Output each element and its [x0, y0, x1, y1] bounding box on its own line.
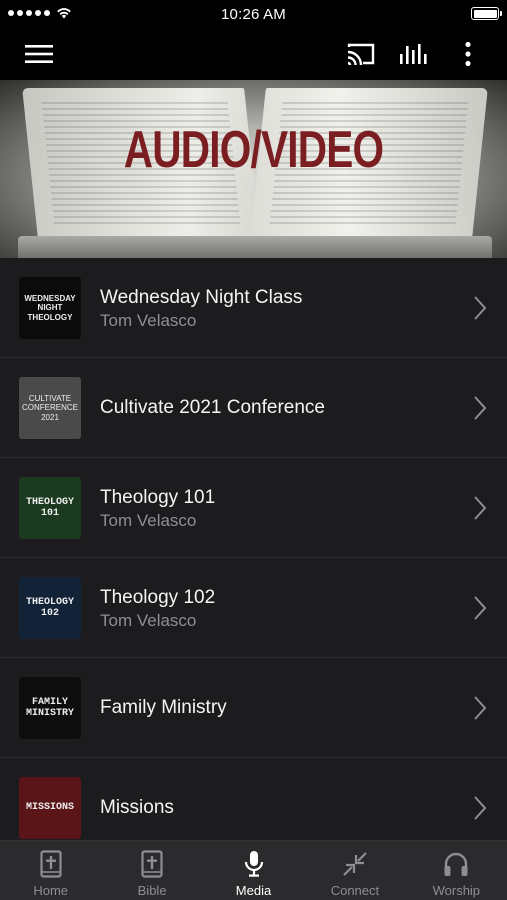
bottom-tab-bar: Home Bible Media Connect Worship [0, 840, 507, 900]
status-bar: 10:26 AM [0, 0, 507, 28]
equalizer-icon[interactable] [398, 38, 430, 70]
series-thumbnail: MISSIONS [19, 777, 81, 839]
tab-label: Worship [432, 883, 481, 898]
headphones-icon [443, 849, 469, 879]
chevron-right-icon [474, 596, 487, 620]
thumbnail-text: CULTIVATE CONFERENCE 2021 [21, 394, 78, 422]
tab-label: Connect [330, 883, 380, 898]
chevron-right-icon [474, 496, 487, 520]
series-title: Family Ministry [100, 697, 227, 718]
thumbnail-text: WEDNESDAY NIGHT THEOLOGY [24, 294, 76, 322]
tab-label: Home [33, 883, 69, 898]
cast-icon[interactable] [345, 38, 377, 70]
series-title: Wednesday Night Class [100, 287, 303, 308]
chevron-right-icon [474, 396, 487, 420]
series-row[interactable]: THEOLOGY 102 Theology 102 Tom Velasco [0, 558, 507, 658]
banner-title: AUDIO/VIDEO [123, 121, 384, 179]
series-row[interactable]: WEDNESDAY NIGHT THEOLOGY Wednesday Night… [0, 258, 507, 358]
tab-label: Media [235, 883, 272, 898]
series-row[interactable]: FAMILY MINISTRY Family Ministry [0, 658, 507, 758]
series-thumbnail: CULTIVATE CONFERENCE 2021 [19, 377, 81, 439]
series-thumbnail: FAMILY MINISTRY [19, 677, 81, 739]
series-list: WEDNESDAY NIGHT THEOLOGY Wednesday Night… [0, 258, 507, 840]
top-toolbar [0, 28, 507, 80]
menu-icon[interactable] [23, 38, 55, 70]
series-thumbnail: THEOLOGY 102 [19, 577, 81, 639]
chevron-right-icon [474, 796, 487, 820]
collapse-arrows-icon [342, 849, 368, 879]
tab-connect[interactable]: Connect [304, 841, 405, 900]
wifi-icon [57, 8, 71, 19]
series-thumbnail: WEDNESDAY NIGHT THEOLOGY [19, 277, 81, 339]
microphone-icon [244, 849, 264, 879]
series-title: Missions [100, 797, 174, 818]
series-speaker: Tom Velasco [100, 311, 197, 330]
series-title: Cultivate 2021 Conference [100, 397, 325, 418]
bible-icon [141, 849, 163, 879]
chevron-right-icon [474, 296, 487, 320]
tab-home[interactable]: Home [0, 841, 101, 900]
header-banner: AUDIO/VIDEO [0, 80, 507, 258]
battery-icon [471, 7, 502, 20]
tab-label: Bible [137, 883, 167, 898]
series-speaker: Tom Velasco [100, 511, 197, 530]
thumbnail-text: THEOLOGY 102 [25, 596, 74, 620]
tab-media[interactable]: Media [203, 841, 304, 900]
tab-bible[interactable]: Bible [101, 841, 202, 900]
status-time: 10:26 AM [221, 5, 286, 23]
series-row[interactable]: CULTIVATE CONFERENCE 2021 Cultivate 2021… [0, 358, 507, 458]
more-vertical-icon[interactable] [452, 38, 484, 70]
signal-indicator [8, 7, 72, 19]
tab-worship[interactable]: Worship [406, 841, 507, 900]
series-row[interactable]: THEOLOGY 101 Theology 101 Tom Velasco [0, 458, 507, 558]
thumbnail-text: THEOLOGY 101 [25, 496, 74, 520]
thumbnail-text: MISSIONS [25, 802, 74, 814]
series-title: Theology 101 [100, 487, 216, 508]
series-thumbnail: THEOLOGY 101 [19, 477, 81, 539]
series-title: Theology 102 [100, 587, 216, 608]
series-row[interactable]: MISSIONS Missions [0, 758, 507, 840]
chevron-right-icon [474, 696, 487, 720]
series-speaker: Tom Velasco [100, 611, 197, 630]
signal-dots [8, 10, 50, 16]
bible-icon [40, 849, 62, 879]
thumbnail-text: FAMILY MINISTRY [25, 696, 74, 720]
